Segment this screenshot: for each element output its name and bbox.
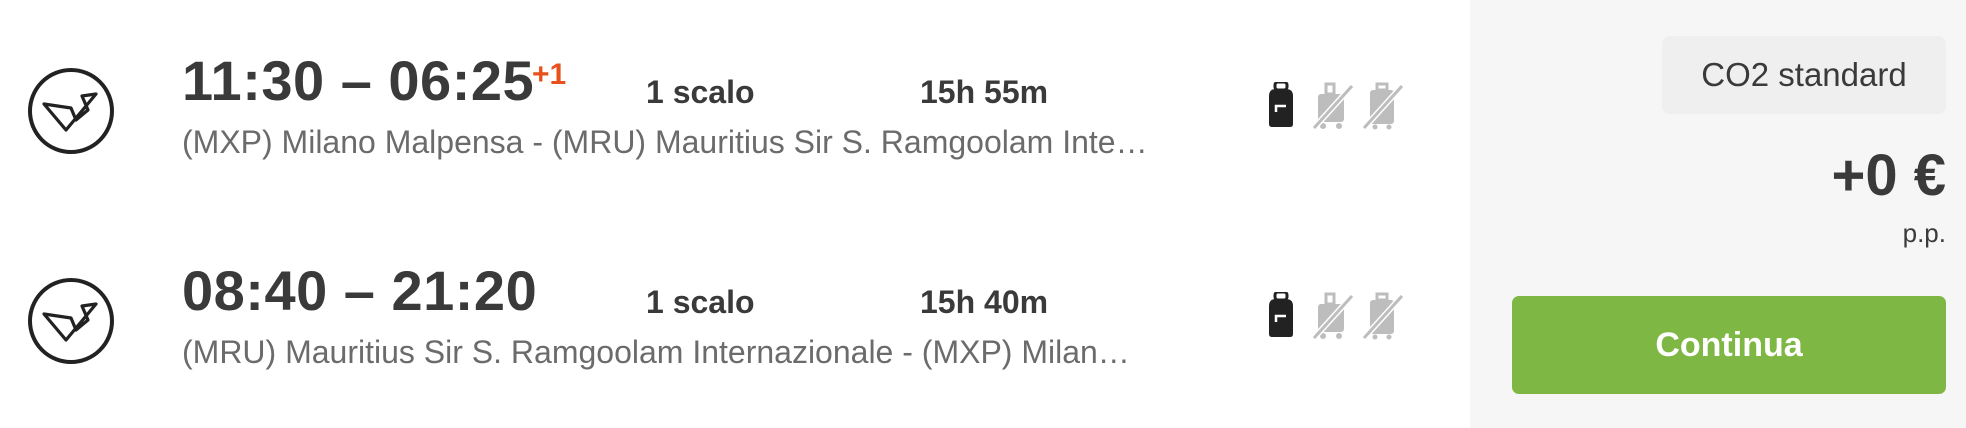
cabin-bag-not-included-icon xyxy=(1312,292,1355,340)
flight-times: 11:30 – 06:25 xyxy=(182,49,535,112)
day-offset-badge: +1 xyxy=(532,58,567,91)
cabin-bag-not-included-icon xyxy=(1312,82,1355,130)
checked-bag-not-included-icon xyxy=(1362,292,1405,340)
backpack-icon xyxy=(1269,292,1293,337)
checked-bag-not-included-icon xyxy=(1362,82,1405,130)
flight-leg-outbound: 11:30 – 06:25 +1 1 scalo 15h 55m (MXP) M… xyxy=(0,28,1470,188)
itinerary-panel: 11:30 – 06:25 +1 1 scalo 15h 55m (MXP) M… xyxy=(0,0,1470,428)
condor-logo-icon xyxy=(28,278,114,364)
flight-leg-return: 08:40 – 21:20 1 scalo 15h 40m (MRU) Maur… xyxy=(0,238,1470,398)
flight-route: (MRU) Mauritius Sir S. Ramgoolam Interna… xyxy=(182,334,1130,370)
flight-result-card: 11:30 – 06:25 +1 1 scalo 15h 55m (MXP) M… xyxy=(0,0,1966,428)
price-amount: +0 € xyxy=(1831,143,1947,208)
backpack-icon xyxy=(1269,82,1293,127)
flight-route: (MXP) Milano Malpensa - (MRU) Mauritius … xyxy=(182,124,1148,160)
flight-times: 08:40 – 21:20 xyxy=(182,259,538,322)
price-per-person-label: p.p. xyxy=(1902,218,1946,248)
flight-duration: 15h 55m xyxy=(920,74,1049,110)
flight-duration: 15h 40m xyxy=(920,284,1049,320)
condor-logo-icon xyxy=(28,68,114,154)
stops-count: 1 scalo xyxy=(646,284,755,320)
stops-count: 1 scalo xyxy=(646,74,755,110)
co2-standard-badge[interactable]: CO2 standard xyxy=(1662,36,1946,114)
continue-button[interactable]: Continua xyxy=(1512,296,1946,394)
